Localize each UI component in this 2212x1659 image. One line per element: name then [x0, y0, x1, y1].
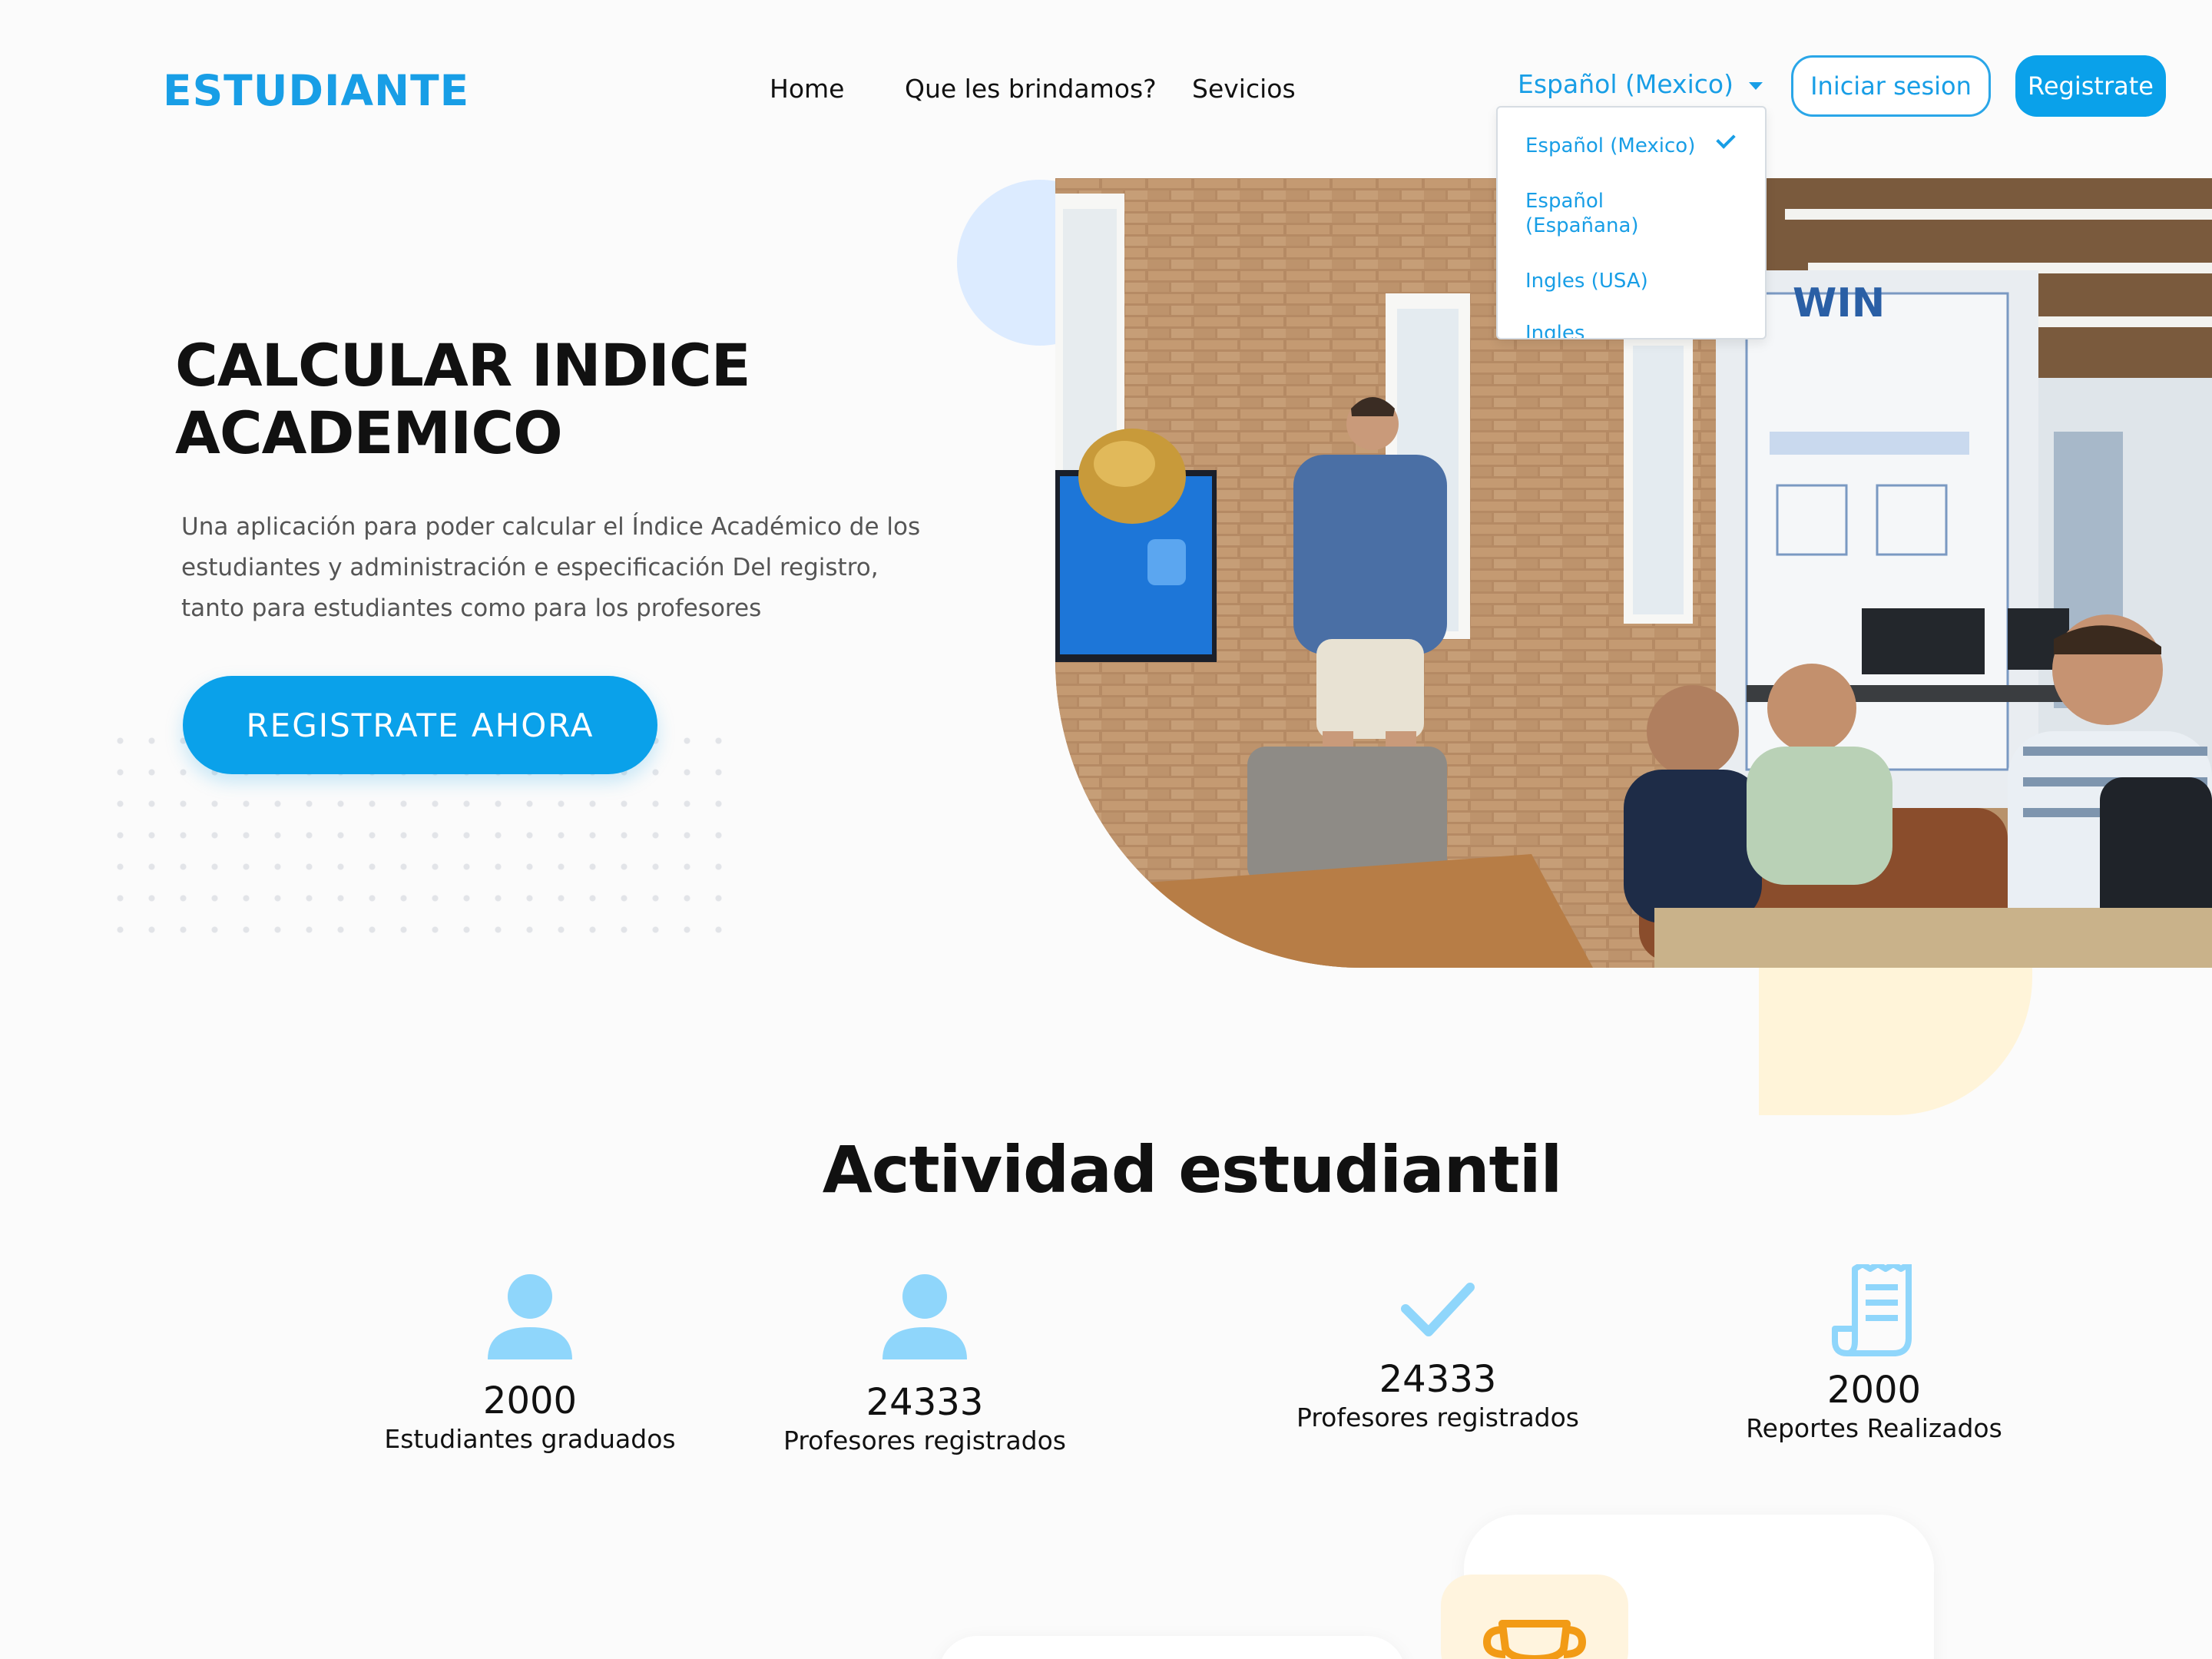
hero-title: CALCULAR INDICE ACADEMICO [175, 331, 751, 467]
hero-title-line2: ACADEMICO [175, 399, 563, 467]
caret-down-icon [1748, 81, 1763, 90]
stat-graduated-students: 2000 Estudiantes graduados [346, 1273, 714, 1456]
language-option-en-us[interactable]: Ingles (USA) [1525, 269, 1679, 293]
nav-link-home[interactable]: Home [770, 74, 844, 104]
login-button[interactable]: Iniciar sesion [1791, 55, 1991, 117]
stat-label: Estudiantes graduados [384, 1424, 676, 1454]
language-selected-label: Español (Mexico) [1518, 69, 1734, 99]
stat-registered-professors: 24333 Profesores registrados [740, 1273, 1109, 1458]
stat-value: 24333 [1379, 1358, 1497, 1401]
language-option-es-mx[interactable]: Español (Mexico) [1525, 134, 1725, 158]
stat-reports: 2000 Reportes Realizados [1690, 1264, 2058, 1445]
logo[interactable]: ESTUDIANTE [163, 66, 469, 115]
user-icon [882, 1274, 967, 1359]
svg-text:WIN: WIN [1793, 280, 1885, 326]
language-dropdown-menu: Español (Mexico) Español (Españana) Ingl… [1496, 106, 1767, 339]
stat-value: 24333 [866, 1381, 984, 1424]
nav-link-que-les-brindamos[interactable]: Que les brindamos? [905, 74, 1157, 104]
stat-value: 2000 [1826, 1369, 1922, 1412]
hero-description: Una aplicación para poder calcular el Ín… [181, 513, 921, 622]
report-icon [1832, 1264, 1912, 1356]
stat-registered-professors-2: 24333 Profesores registrados [1253, 1280, 1622, 1435]
check-icon [1401, 1283, 1475, 1336]
user-icon [488, 1274, 572, 1359]
stat-value: 2000 [482, 1379, 578, 1422]
nav-link-servicios[interactable]: Sevicios [1192, 74, 1296, 104]
language-select[interactable]: Español (Mexico) [1518, 69, 1763, 99]
stat-label: Profesores registrados [783, 1426, 1066, 1455]
hero-title-line1: CALCULAR INDICE [175, 331, 751, 399]
language-option-es-es[interactable]: Español (Españana) [1525, 189, 1679, 238]
register-button[interactable]: Registrate [2015, 55, 2166, 117]
stat-label: Profesores registrados [1296, 1402, 1579, 1432]
feature-card [939, 1636, 1406, 1659]
register-now-button[interactable]: REGISTRATE AHORA [183, 676, 657, 774]
language-option-en-ca[interactable]: Ingles (CANADA) [1525, 321, 1679, 338]
stat-label: Reportes Realizados [1746, 1413, 2002, 1443]
section-title: Actividad estudiantil [822, 1132, 1563, 1207]
trophy-icon [1441, 1575, 1628, 1659]
